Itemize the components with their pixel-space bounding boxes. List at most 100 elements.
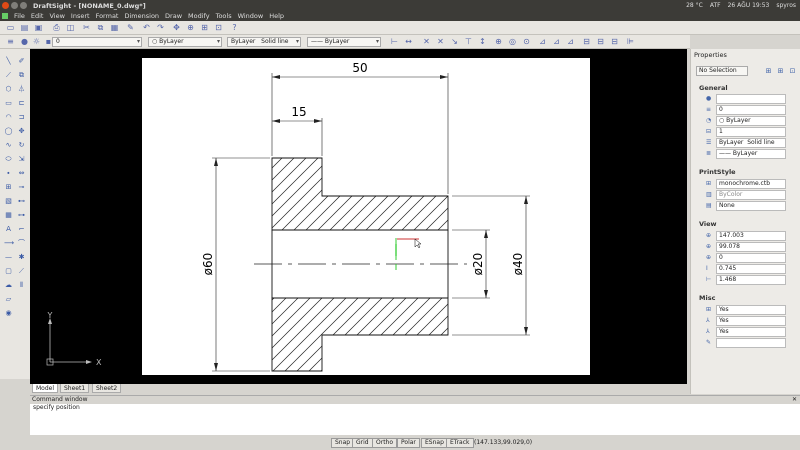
mirror-icon[interactable]: ⏃	[17, 85, 26, 94]
center-mark-icon[interactable]: ⊕	[494, 37, 503, 46]
prop-scale-row[interactable]: ⊟ 1	[699, 127, 789, 137]
rotate-icon[interactable]: ↻	[17, 141, 26, 150]
dim-text-icon[interactable]: ⊟	[582, 37, 591, 46]
prop-weight-row[interactable]: ≣ —— ByLayer	[699, 149, 789, 159]
scale-icon[interactable]: ⇲	[17, 155, 26, 164]
tab-sheet2[interactable]: Sheet2	[92, 384, 122, 393]
dim-diameter-40[interactable]: ø40	[511, 253, 525, 276]
paste-icon[interactable]: ▦	[110, 23, 119, 32]
dim-reassoc-icon[interactable]: ⊟	[610, 37, 619, 46]
maximize-window-button[interactable]	[20, 2, 27, 9]
pattern-icon[interactable]: ⊐	[17, 113, 26, 122]
prop-ucs-view-row[interactable]: ⅄ Yes	[699, 327, 789, 337]
command-close-icon[interactable]: ✕	[792, 396, 797, 403]
align-icon[interactable]: ⫴	[17, 281, 26, 290]
dim-aligned-icon[interactable]: ↔	[404, 37, 413, 46]
zoom-icon[interactable]: ⊕	[186, 23, 195, 32]
menu-window[interactable]: Window	[238, 12, 264, 20]
quick-select-icon[interactable]: ⊞	[764, 67, 773, 76]
color-select[interactable]: ○ ByLayer	[148, 37, 222, 47]
tray-clock[interactable]: 26 AĞU 19:53	[728, 2, 770, 9]
prop-center-z-row[interactable]: ⊕ 0	[699, 253, 789, 263]
dim-diameter-icon[interactable]: ↘	[450, 37, 459, 46]
menu-tools[interactable]: Tools	[216, 12, 232, 20]
selection-dropdown[interactable]: No Selection	[696, 66, 748, 76]
zoom-window-icon[interactable]: ⊞	[200, 23, 209, 32]
menu-draw[interactable]: Draw	[165, 12, 182, 20]
menu-help[interactable]: Help	[269, 12, 284, 20]
copy-icon[interactable]: ⧉	[96, 23, 105, 32]
donut-icon[interactable]: ◉	[4, 309, 13, 318]
preview-icon[interactable]: ◫	[66, 23, 75, 32]
menu-edit[interactable]: Edit	[31, 12, 44, 20]
erase-icon[interactable]: ✐	[17, 57, 26, 66]
minimize-window-button[interactable]	[11, 2, 18, 9]
prop-printtable-row[interactable]: ⊞ monochrome.ctb	[699, 179, 789, 189]
toggle-pickadd-icon[interactable]: ⊡	[788, 67, 797, 76]
point-icon[interactable]: ∙	[4, 169, 13, 178]
table-icon[interactable]: ▦	[4, 211, 13, 220]
explode-icon[interactable]: ✱	[17, 253, 26, 262]
offset-icon[interactable]: ⊏	[17, 99, 26, 108]
new-file-icon[interactable]: ▭	[6, 23, 15, 32]
cut-icon[interactable]: ✂	[82, 23, 91, 32]
prop-lineweight-row[interactable]: ☰ ByLayer Solid line	[699, 138, 789, 148]
hatch-icon[interactable]: ▧	[4, 197, 13, 206]
polar-toggle[interactable]: Polar	[397, 438, 420, 448]
prop-layer-row[interactable]: ≡ 0	[699, 105, 789, 115]
move-icon[interactable]: ✥	[17, 127, 26, 136]
wipeout-icon[interactable]: ▱	[4, 295, 13, 304]
dim-diameter-20[interactable]: ø20	[471, 253, 485, 276]
ray-icon[interactable]: ⟶	[4, 239, 14, 248]
tab-model[interactable]: Model	[32, 384, 59, 393]
dim-overall-length[interactable]: 50	[352, 61, 367, 75]
layer-visible-icon[interactable]: ●	[20, 37, 29, 46]
leader-icon[interactable]: ⊙	[522, 37, 531, 46]
polyline-icon[interactable]: ⟋	[4, 71, 13, 80]
pan-icon[interactable]: ✥	[172, 23, 181, 32]
spline-icon[interactable]: ∿	[4, 141, 13, 150]
prop-center-y-row[interactable]: ⊕ 99.078	[699, 242, 789, 252]
tray-keyboard[interactable]: ATF	[710, 2, 721, 9]
match-properties-icon[interactable]: ✎	[126, 23, 135, 32]
grid-toggle[interactable]: Grid	[352, 438, 373, 448]
menu-format[interactable]: Format	[96, 12, 119, 20]
menu-insert[interactable]: Insert	[71, 12, 90, 20]
layer-select[interactable]: 0	[52, 37, 142, 47]
polygon-icon[interactable]: ⬡	[4, 85, 13, 94]
etrack-toggle[interactable]: ETrack	[446, 438, 474, 448]
edit-polyline-icon[interactable]: ⟋	[17, 267, 26, 276]
prop-width-row[interactable]: ⊢ 1.468	[699, 275, 789, 285]
prop-printmode-row[interactable]: ▤ None	[699, 201, 789, 211]
tolerance-icon[interactable]: ◎	[508, 37, 517, 46]
open-folder-icon[interactable]: ▤	[20, 23, 29, 32]
prop-color-row[interactable]: ●	[699, 94, 789, 104]
break-icon[interactable]: ⊶	[17, 211, 26, 220]
command-window[interactable]: Command window specify position ✕	[30, 395, 800, 435]
help-icon[interactable]: ?	[230, 23, 239, 32]
circle-icon[interactable]: ◯	[4, 127, 13, 136]
esnap-toggle[interactable]: ESnap	[421, 438, 448, 448]
fillet-icon[interactable]: ⌒	[17, 239, 26, 248]
prop-center-x-row[interactable]: ⊕ 147.003	[699, 231, 789, 241]
ortho-toggle[interactable]: Ortho	[372, 438, 398, 448]
ellipse-icon[interactable]: ⬭	[4, 155, 13, 164]
save-icon[interactable]: ▣	[34, 23, 43, 32]
layer-manager-icon[interactable]: ≡	[6, 37, 15, 46]
zoom-fit-icon[interactable]: ⊡	[214, 23, 223, 32]
tab-sheet1[interactable]: Sheet1	[60, 384, 90, 393]
region-icon[interactable]: ▢	[4, 267, 13, 276]
dim-override-icon[interactable]: ⊿	[566, 37, 575, 46]
chamfer-icon[interactable]: ⌐	[17, 225, 26, 234]
menu-modify[interactable]: Modify	[188, 12, 210, 20]
note-icon[interactable]: A	[4, 225, 13, 234]
close-window-button[interactable]	[2, 2, 9, 9]
paper-area[interactable]: 50 15 ø60 ø20 ø40	[142, 58, 590, 375]
trim-icon[interactable]: ⊸	[17, 183, 26, 192]
undo-icon[interactable]: ↶	[142, 23, 151, 32]
dim-update-icon[interactable]: ⊟	[596, 37, 605, 46]
select-objects-icon[interactable]: ⊞	[776, 67, 785, 76]
dim-ordinate-icon[interactable]: ⊤	[464, 37, 473, 46]
dim-break-icon[interactable]: ⊫	[626, 37, 635, 46]
dim-linear-icon[interactable]: ⊢	[390, 37, 399, 46]
